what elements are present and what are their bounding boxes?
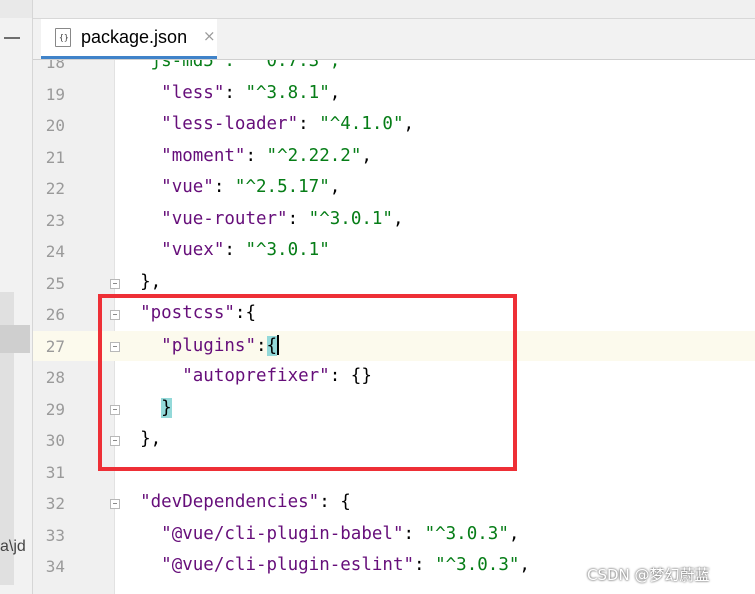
json-punct: : xyxy=(224,82,246,103)
json-key: "@vue/cli-plugin-eslint" xyxy=(161,555,415,575)
json-punct xyxy=(119,240,161,260)
json-key: "vue" xyxy=(161,177,214,197)
panel-header-strip xyxy=(0,0,33,18)
json-punct: }, xyxy=(119,271,162,292)
json-punct: , xyxy=(361,145,372,166)
json-punct: : { xyxy=(319,492,351,512)
json-punct: : xyxy=(298,114,320,134)
json-string: "^3.0.1" xyxy=(245,240,330,260)
line-number: 28 xyxy=(45,368,65,387)
json-string: "^3.8.1" xyxy=(245,82,330,103)
json-string: "^2.5.17" xyxy=(234,177,330,197)
annotation-red-box xyxy=(98,294,517,471)
line-number: 30 xyxy=(45,431,65,450)
json-punct: , xyxy=(329,82,341,103)
line-number: 27 xyxy=(45,336,65,356)
line-number: 32 xyxy=(45,494,65,513)
json-punct: : xyxy=(414,555,436,575)
json-punct: , xyxy=(508,523,520,544)
json-key: "less" xyxy=(161,82,225,103)
json-punct: , xyxy=(329,177,341,197)
json-key: "less-loader" xyxy=(161,114,299,134)
line-number: 29 xyxy=(45,399,65,419)
close-icon[interactable]: × xyxy=(203,27,216,45)
project-panel[interactable]: a\jd xyxy=(0,0,33,594)
json-string: "^3.0.1" xyxy=(308,208,393,229)
fold-marker-dash xyxy=(113,503,117,504)
json-punct xyxy=(119,555,161,575)
json-punct xyxy=(119,492,140,512)
json-string: "^2.22.2" xyxy=(266,145,362,166)
code-line[interactable]: "vue": "^2.5.17", xyxy=(119,177,340,197)
json-punct xyxy=(119,177,161,197)
editor-tab-bar: {} package.json × xyxy=(33,19,755,60)
json-punct: , xyxy=(403,114,415,134)
line-number: 21 xyxy=(45,147,65,167)
json-key: "devDependencies" xyxy=(140,492,320,512)
line-number: 23 xyxy=(45,210,65,230)
json-string: "^4.1.0" xyxy=(319,114,404,134)
code-line[interactable]: "less": "^3.8.1", xyxy=(119,83,340,103)
line-number: 18 xyxy=(45,60,65,72)
line-number: 22 xyxy=(45,179,65,198)
line-number: 34 xyxy=(45,557,65,576)
json-punct: "js-md5": "^0.7.3", xyxy=(119,60,341,71)
json-punct xyxy=(119,146,161,166)
line-number: 33 xyxy=(45,525,65,545)
code-line[interactable]: "less-loader": "^4.1.0", xyxy=(119,114,414,134)
tab-label: package.json xyxy=(81,27,188,47)
json-string: "^3.0.3" xyxy=(424,523,509,544)
fold-marker-dash xyxy=(113,282,117,284)
minimize-icon[interactable] xyxy=(4,37,20,39)
code-line[interactable]: "vuex": "^3.0.1" xyxy=(119,240,330,260)
code-line[interactable]: "@vue/cli-plugin-babel": "^3.0.3", xyxy=(119,524,519,544)
json-punct xyxy=(119,209,161,229)
line-number: 31 xyxy=(45,462,65,482)
code-line[interactable]: "devDependencies": { xyxy=(119,492,351,512)
line-number: 24 xyxy=(45,242,65,261)
json-punct: : xyxy=(287,208,309,229)
line-number: 26 xyxy=(45,305,65,324)
json-punct: : xyxy=(403,523,425,544)
tree-selected-row[interactable] xyxy=(0,325,30,353)
json-punct xyxy=(119,524,161,544)
title-strip xyxy=(33,0,755,19)
line-number: 19 xyxy=(45,84,65,104)
code-line[interactable]: "vue-router": "^3.0.1", xyxy=(119,208,404,229)
watermark: CSDN @梦幻蔚蓝 xyxy=(587,566,710,584)
code-line[interactable]: }, xyxy=(119,272,161,292)
json-punct: , xyxy=(519,555,530,575)
json-punct: : xyxy=(224,240,246,260)
code-line[interactable]: "js-md5": "^0.7.3", xyxy=(119,60,340,71)
json-key: "vuex" xyxy=(161,240,225,260)
json-punct xyxy=(119,83,161,103)
json-punct: : xyxy=(213,177,235,197)
json-punct: , xyxy=(392,208,404,229)
json-punct: : xyxy=(245,145,267,166)
json-punct xyxy=(119,114,161,134)
line-number: 20 xyxy=(45,116,65,135)
tab-package-json[interactable]: {} package.json × xyxy=(41,19,217,59)
path-fragment: a\jd xyxy=(0,538,26,555)
code-line[interactable]: "moment": "^2.22.2", xyxy=(119,146,372,166)
json-file-icon: {} xyxy=(55,28,71,47)
json-key: "@vue/cli-plugin-babel" xyxy=(161,523,404,544)
json-string: "^3.0.3" xyxy=(435,555,520,575)
json-file-icon-glyph: {} xyxy=(59,33,69,42)
line-number: 25 xyxy=(45,273,65,293)
json-key: "vue-router" xyxy=(161,208,288,229)
json-key: "moment" xyxy=(161,145,246,166)
code-line[interactable]: "@vue/cli-plugin-eslint": "^3.0.3", xyxy=(119,555,530,575)
